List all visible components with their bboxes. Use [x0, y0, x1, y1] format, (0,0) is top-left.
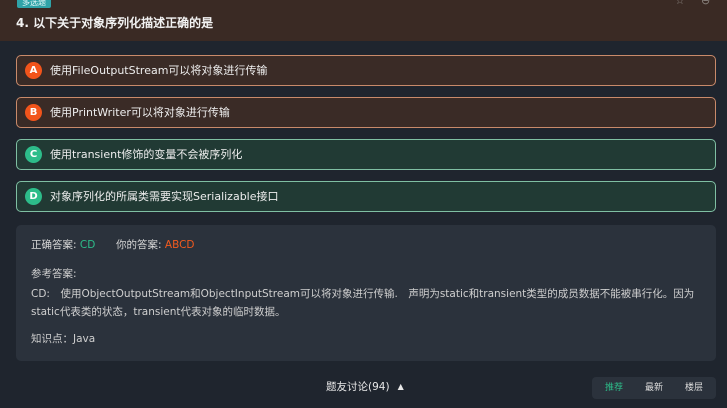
question-title: 4. 以下关于对象序列化描述正确的是 [16, 16, 214, 30]
question-header: 多选题 ☆ ⊖ 4. 以下关于对象序列化描述正确的是 [0, 0, 727, 41]
reference-answer-text: CD: 使用ObjectOutputStream和ObjectInputStre… [31, 288, 695, 318]
correct-answer-value: CD [79, 239, 96, 251]
reference-answer-label: 参考答案: [31, 268, 77, 280]
answer-panel: 正确答案: CD 你的答案: ABCD 参考答案: CD: 使用ObjectOu… [16, 225, 716, 361]
discussion-toggle[interactable]: 题友讨论(94) ▲ [326, 379, 404, 395]
triangle-up-icon: ▲ [397, 382, 404, 391]
sort-selector: 推荐 最新 楼层 [592, 377, 716, 399]
question-type-badge: 多选题 [17, 0, 51, 8]
discussion-label: 题友讨论(94) [326, 381, 390, 393]
option-letter-badge: C [25, 146, 42, 163]
option-b[interactable]: B 使用PrintWriter可以将对象进行传输 [16, 97, 716, 128]
option-text: 使用PrintWriter可以将对象进行传输 [50, 106, 230, 119]
option-letter-badge: A [25, 62, 42, 79]
your-answer-label: 你的答案: [116, 239, 162, 251]
your-answer-value: ABCD [164, 239, 195, 251]
option-letter-badge: B [25, 104, 42, 121]
option-c[interactable]: C 使用transient修饰的变量不会被序列化 [16, 139, 716, 170]
sort-recommended[interactable]: 推荐 [598, 381, 630, 396]
answer-summary: 正确答案: CD 你的答案: ABCD [31, 238, 195, 253]
sort-latest[interactable]: 最新 [638, 381, 670, 396]
sort-floor[interactable]: 楼层 [678, 381, 710, 396]
option-a[interactable]: A 使用FileOutputStream可以将对象进行传输 [16, 55, 716, 86]
knowledge-point: 知识点：Java [31, 333, 96, 345]
option-text: 对象序列化的所属类需要实现Serializable接口 [50, 190, 279, 203]
minus-circle-icon[interactable]: ⊖ [701, 0, 710, 7]
option-letter-badge: D [25, 188, 42, 205]
option-text: 使用transient修饰的变量不会被序列化 [50, 148, 243, 161]
correct-answer-label: 正确答案: [31, 239, 77, 251]
option-d[interactable]: D 对象序列化的所属类需要实现Serializable接口 [16, 181, 716, 212]
option-text: 使用FileOutputStream可以将对象进行传输 [50, 64, 268, 77]
star-outline-icon[interactable]: ☆ [675, 0, 685, 7]
